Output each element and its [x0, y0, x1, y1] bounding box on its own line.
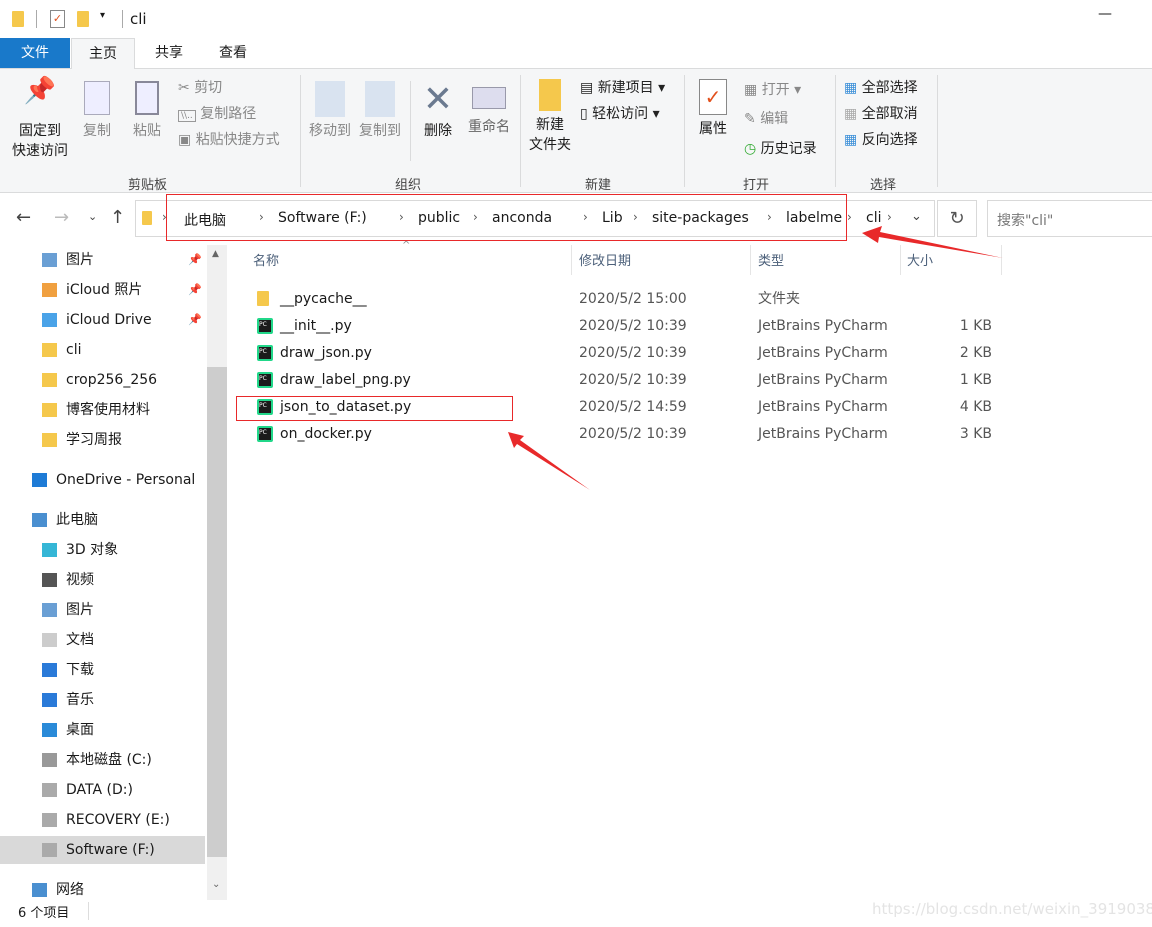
annotation-arrow — [862, 226, 1003, 258]
annotation-arrows — [508, 226, 1003, 490]
annotation-arrow — [508, 432, 590, 490]
tab-home[interactable]: 主页 — [71, 38, 135, 69]
